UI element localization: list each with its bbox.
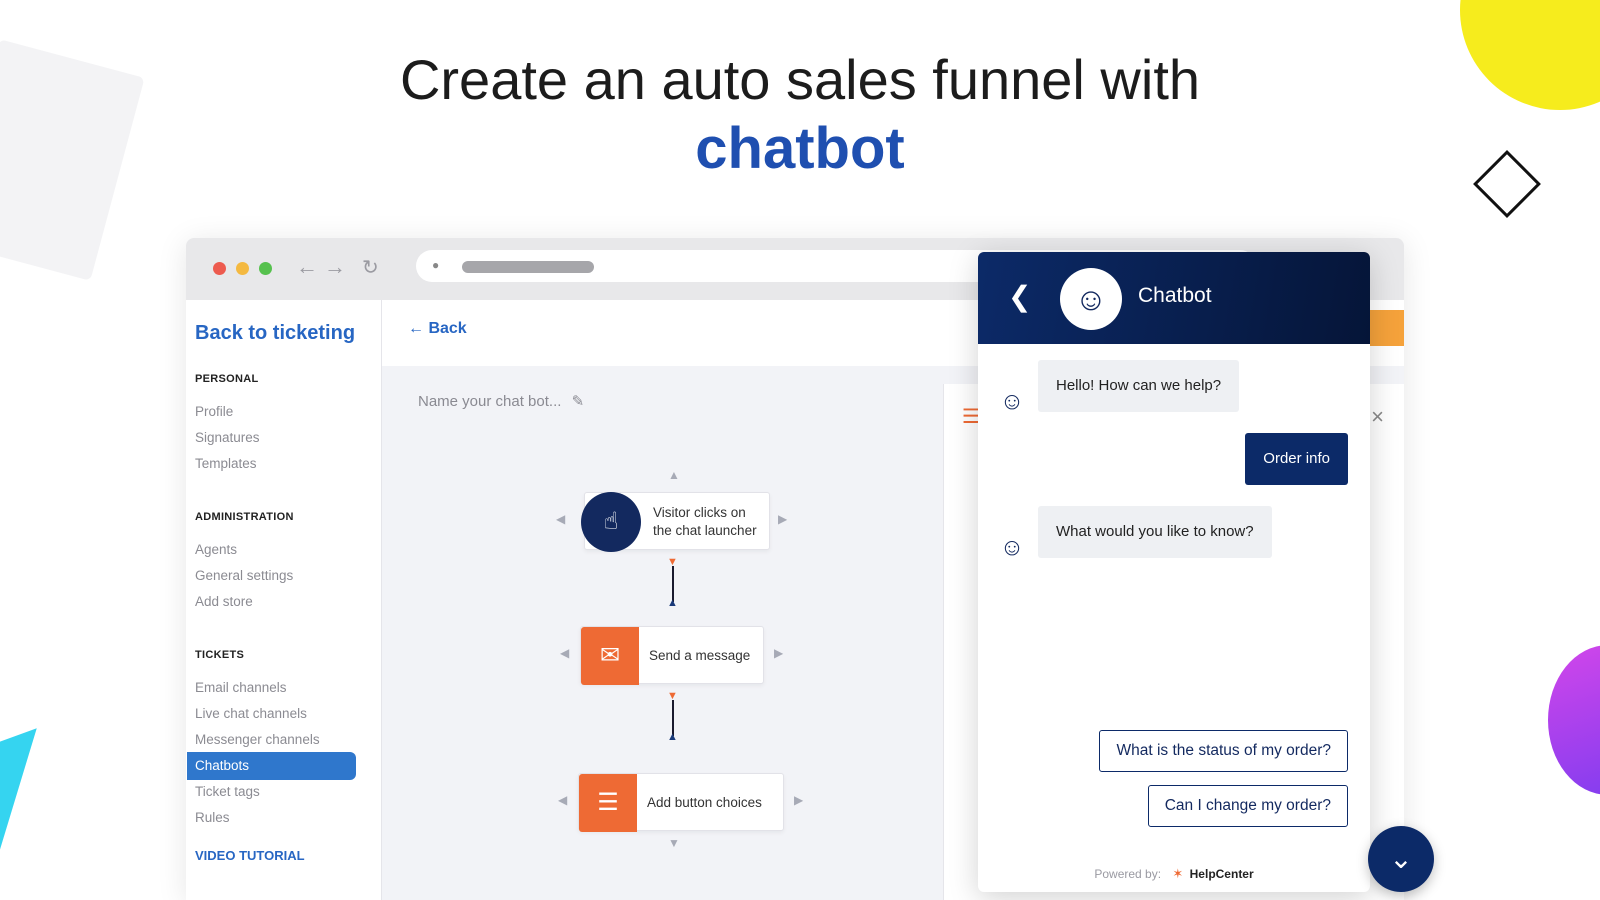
headline: Create an auto sales funnel with chatbot xyxy=(0,46,1600,184)
pencil-icon[interactable]: ✎ xyxy=(572,393,585,410)
add-node-right-icon[interactable]: ▶ xyxy=(794,793,803,807)
sidebar-item-messenger-channels[interactable]: Messenger channels xyxy=(195,732,320,747)
headline-line2: chatbot xyxy=(695,116,905,181)
node-trigger-line2: the chat launcher xyxy=(653,523,757,538)
helpcenter-logo-icon: ✶ xyxy=(1172,866,1184,881)
add-node-left-icon[interactable]: ◀ xyxy=(556,512,565,526)
choice-button-change-order[interactable]: Can I change my order? xyxy=(1147,785,1348,827)
flow-node-button-choices[interactable]: ☰ Add button choices xyxy=(578,773,784,832)
flow-node-trigger[interactable]: ☝ Visitor clicks on the chat launcher xyxy=(581,492,770,552)
message-icon: ✉ xyxy=(581,627,639,685)
url-placeholder-line xyxy=(462,261,594,273)
connector-end-icon: ▲ xyxy=(667,731,678,743)
bot-message: Hello! How can we help? xyxy=(1038,360,1240,412)
node-button-choices-label: Add button choices xyxy=(647,795,762,810)
minimize-window-dot[interactable] xyxy=(236,262,249,275)
sidebar-item-signatures[interactable]: Signatures xyxy=(195,430,260,445)
buttons-icon: ☰ xyxy=(579,774,637,832)
flow-node-send-message[interactable]: ✉ Send a message xyxy=(580,626,764,685)
sidebar-item-add-store[interactable]: Add store xyxy=(195,594,253,609)
chevron-down-icon: ⌄ xyxy=(1389,843,1413,874)
add-node-down-icon[interactable]: ▼ xyxy=(668,836,680,850)
chatbot-widget: ❮ ☺ Chatbot ☺ Hello! How can we help? Or… xyxy=(978,252,1370,892)
brand-name: HelpCenter xyxy=(1189,867,1254,881)
sidebar-item-profile[interactable]: Profile xyxy=(195,404,233,419)
choice-button-order-status[interactable]: What is the status of my order? xyxy=(1099,730,1348,772)
chat-title: Chatbot xyxy=(1138,284,1212,307)
add-node-right-icon[interactable]: ▶ xyxy=(774,646,783,660)
back-label: Back xyxy=(428,320,467,337)
close-window-dot[interactable] xyxy=(213,262,226,275)
sidebar-item-email-channels[interactable]: Email channels xyxy=(195,680,287,695)
powered-by-label: Powered by: xyxy=(1094,867,1162,881)
decorative-cyan-triangle xyxy=(0,728,78,872)
sidebar-item-rules[interactable]: Rules xyxy=(195,810,230,825)
add-node-left-icon[interactable]: ◀ xyxy=(560,646,569,660)
add-node-up-icon[interactable]: ▲ xyxy=(668,468,680,482)
robot-icon: ☺ xyxy=(999,388,1025,415)
reload-icon[interactable]: ↻ xyxy=(362,255,379,280)
arrow-left-icon[interactable]: ← xyxy=(296,254,318,280)
sidebar-item-live-chat-channels[interactable]: Live chat channels xyxy=(195,706,307,721)
section-title-personal: PERSONAL xyxy=(195,373,259,385)
sidebar-item-agents[interactable]: Agents xyxy=(195,542,237,557)
sidebar-item-general-settings[interactable]: General settings xyxy=(195,568,293,583)
connector-end-icon: ▲ xyxy=(667,597,678,609)
minimize-chat-button[interactable]: ⌄ xyxy=(1368,826,1434,892)
back-to-ticketing-link[interactable]: Back to ticketing xyxy=(195,322,355,345)
bot-message: What would you like to know? xyxy=(1038,506,1272,558)
video-tutorial-link[interactable]: VIDEO TUTORIAL xyxy=(195,848,305,863)
add-node-right-icon[interactable]: ▶ xyxy=(778,512,787,526)
powered-by: Powered by: ✶ HelpCenter xyxy=(978,866,1370,882)
user-message: Order info xyxy=(1245,433,1348,485)
arrow-left-icon: ← xyxy=(408,320,424,337)
robot-avatar-icon: ☺ xyxy=(1060,268,1122,330)
sidebar-item-ticket-tags[interactable]: Ticket tags xyxy=(195,784,260,799)
arrow-right-icon[interactable]: → xyxy=(324,254,346,280)
headline-line1: Create an auto sales funnel with xyxy=(399,48,1201,111)
chevron-left-icon[interactable]: ❮ xyxy=(1008,280,1031,313)
chat-header: ❮ ☺ Chatbot xyxy=(978,252,1370,344)
back-button[interactable]: ← Back xyxy=(408,320,467,338)
robot-icon: ☺ xyxy=(999,534,1025,561)
section-title-tickets: TICKETS xyxy=(195,649,245,661)
close-icon[interactable]: × xyxy=(1371,404,1384,430)
bot-name-field[interactable]: Name your chat bot... ✎ xyxy=(418,392,584,410)
maximize-window-dot[interactable] xyxy=(259,262,272,275)
sidebar-item-chatbots[interactable]: Chatbots xyxy=(187,752,356,780)
sidebar-item-templates[interactable]: Templates xyxy=(195,456,257,471)
node-trigger-line1: Visitor clicks on xyxy=(653,505,746,520)
settings-sidebar: Back to ticketing PERSONAL Profile Signa… xyxy=(186,300,382,900)
pointer-hand-icon: ☝ xyxy=(581,492,641,552)
lock-icon: ● xyxy=(432,258,440,272)
node-trigger-label: Visitor clicks on the chat launcher xyxy=(653,493,757,551)
add-node-left-icon[interactable]: ◀ xyxy=(558,793,567,807)
node-send-message-label: Send a message xyxy=(649,648,751,663)
decorative-purple-shape xyxy=(1548,645,1600,795)
section-title-administration: ADMINISTRATION xyxy=(195,511,294,523)
bot-name-placeholder: Name your chat bot... xyxy=(418,393,562,410)
